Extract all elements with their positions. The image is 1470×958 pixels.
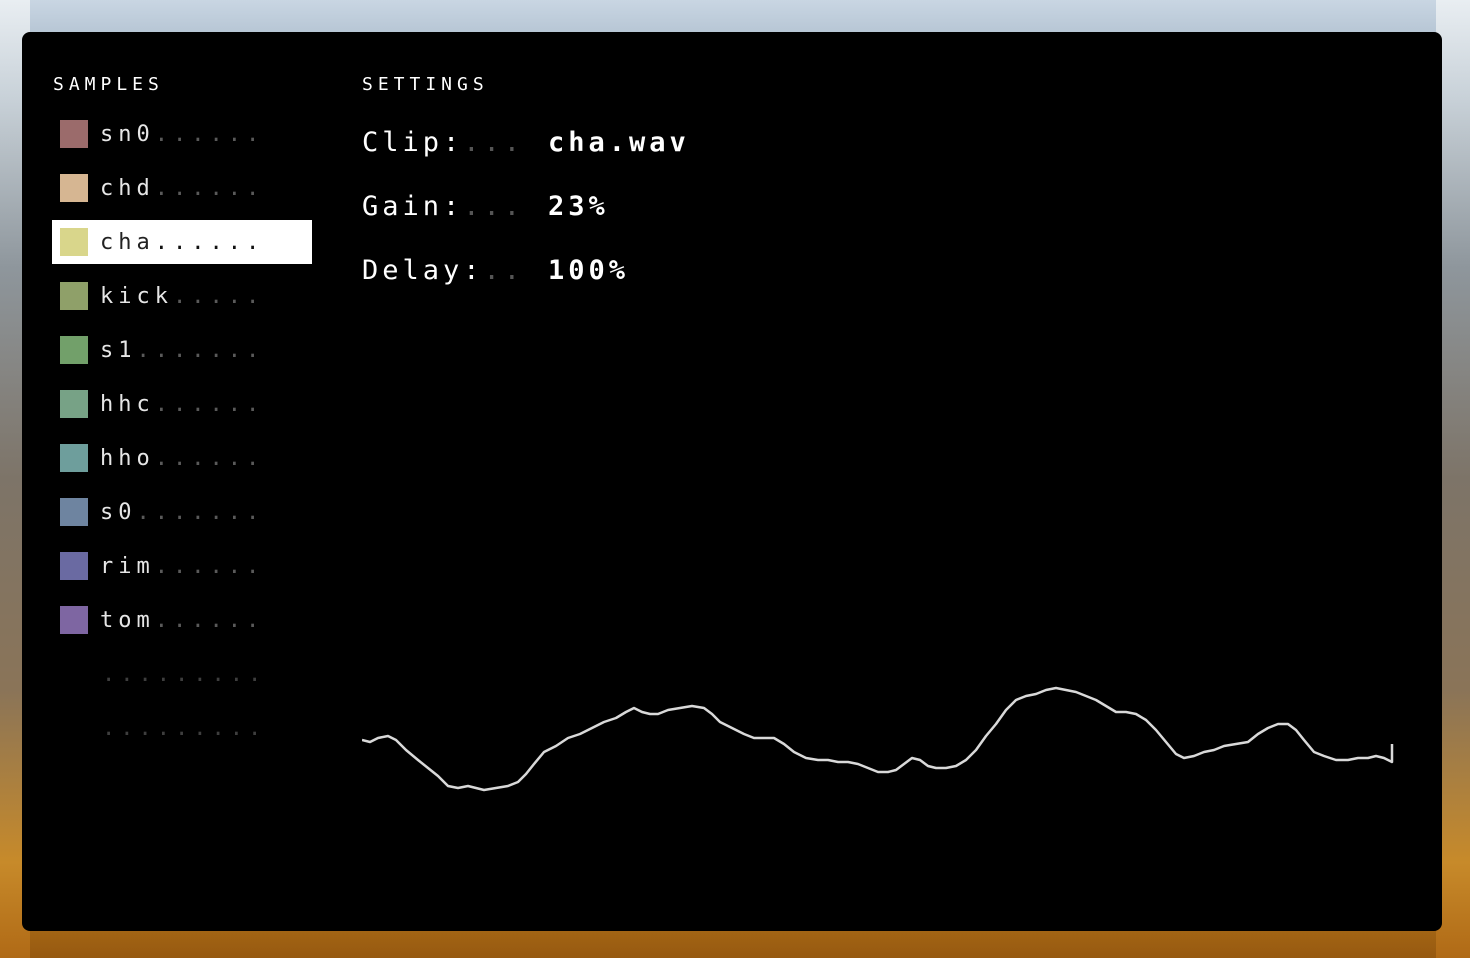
delay-label: Delay: (362, 255, 484, 286)
sample-name: chd (100, 175, 155, 201)
clip-label: Clip: (362, 127, 464, 158)
sample-name: hhc (100, 391, 155, 417)
sample-label: hhc...... (100, 392, 264, 417)
waveform-line (362, 686, 1394, 792)
sample-color-swatch (60, 444, 88, 472)
empty-sample-slot[interactable]: ......... (102, 716, 266, 741)
gain-value: 23% (548, 191, 609, 222)
sample-label: cha...... (100, 230, 264, 255)
sample-color-swatch (60, 498, 88, 526)
sample-label: s0....... (100, 500, 264, 525)
sample-list: sn0...... chd...... cha...... kick..... s1..… (52, 112, 314, 652)
sample-item-chd[interactable]: chd...... (52, 166, 312, 210)
delay-value: 100% (548, 255, 630, 286)
sample-color-swatch (60, 282, 88, 310)
sample-name: kick (100, 283, 173, 309)
clip-dots: ... (463, 127, 525, 158)
sample-name: s0 (100, 499, 137, 525)
sample-color-swatch (60, 174, 88, 202)
samples-heading: SAMPLES (53, 74, 164, 95)
sample-color-swatch (60, 336, 88, 364)
sample-color-swatch (60, 606, 88, 634)
gain-dots: ... (463, 191, 525, 222)
waveform-display (362, 686, 1394, 792)
empty-sample-slot[interactable]: ......... (102, 662, 266, 687)
sample-color-swatch (60, 228, 88, 256)
settings-heading: SETTINGS (362, 74, 489, 95)
sample-label: chd...... (100, 176, 264, 201)
sample-dots: ...... (154, 445, 265, 471)
sample-item-hho[interactable]: hho...... (52, 436, 312, 480)
sample-item-hhc[interactable]: hhc...... (52, 382, 312, 426)
sample-dots: ..... (172, 283, 265, 309)
sample-dots: ...... (154, 175, 265, 201)
sample-item-kick[interactable]: kick..... (52, 274, 312, 318)
sample-label: kick..... (100, 284, 264, 309)
sample-name: hho (100, 445, 155, 471)
app-window: SAMPLES SETTINGS sn0...... chd...... cha..… (22, 32, 1442, 931)
clip-setting[interactable]: Clip:... cha.wav (362, 127, 690, 158)
sample-item-s0[interactable]: s0....... (52, 490, 312, 534)
sample-name: cha (100, 229, 155, 255)
sample-dots: ...... (154, 121, 265, 147)
sample-item-rim[interactable]: rim...... (52, 544, 312, 588)
sample-name: sn0 (100, 121, 155, 147)
gain-label: Gain: (362, 191, 464, 222)
sample-item-tom[interactable]: tom...... (52, 598, 312, 642)
sample-dots: ...... (154, 553, 265, 579)
sample-label: rim...... (100, 554, 264, 579)
sample-label: hho...... (100, 446, 264, 471)
clip-value: cha.wav (548, 127, 690, 158)
delay-setting[interactable]: Delay:.. 100% (362, 255, 629, 286)
sample-color-swatch (60, 120, 88, 148)
delay-dots: .. (483, 255, 525, 286)
sample-name: tom (100, 607, 155, 633)
sample-dots: ....... (136, 337, 265, 363)
sample-dots: ...... (154, 607, 265, 633)
sample-name: rim (100, 553, 155, 579)
sample-label: sn0...... (100, 122, 264, 147)
sample-item-sn0[interactable]: sn0...... (52, 112, 312, 156)
sample-item-cha[interactable]: cha...... (52, 220, 312, 264)
sample-dots: ....... (136, 499, 265, 525)
sample-item-s1[interactable]: s1....... (52, 328, 312, 372)
gain-setting[interactable]: Gain:... 23% (362, 191, 609, 222)
sample-color-swatch (60, 552, 88, 580)
sample-color-swatch (60, 390, 88, 418)
sample-label: tom...... (100, 608, 264, 633)
sample-dots: ...... (154, 229, 265, 255)
sample-dots: ...... (154, 391, 265, 417)
sample-label: s1....... (100, 338, 264, 363)
sample-name: s1 (100, 337, 137, 363)
